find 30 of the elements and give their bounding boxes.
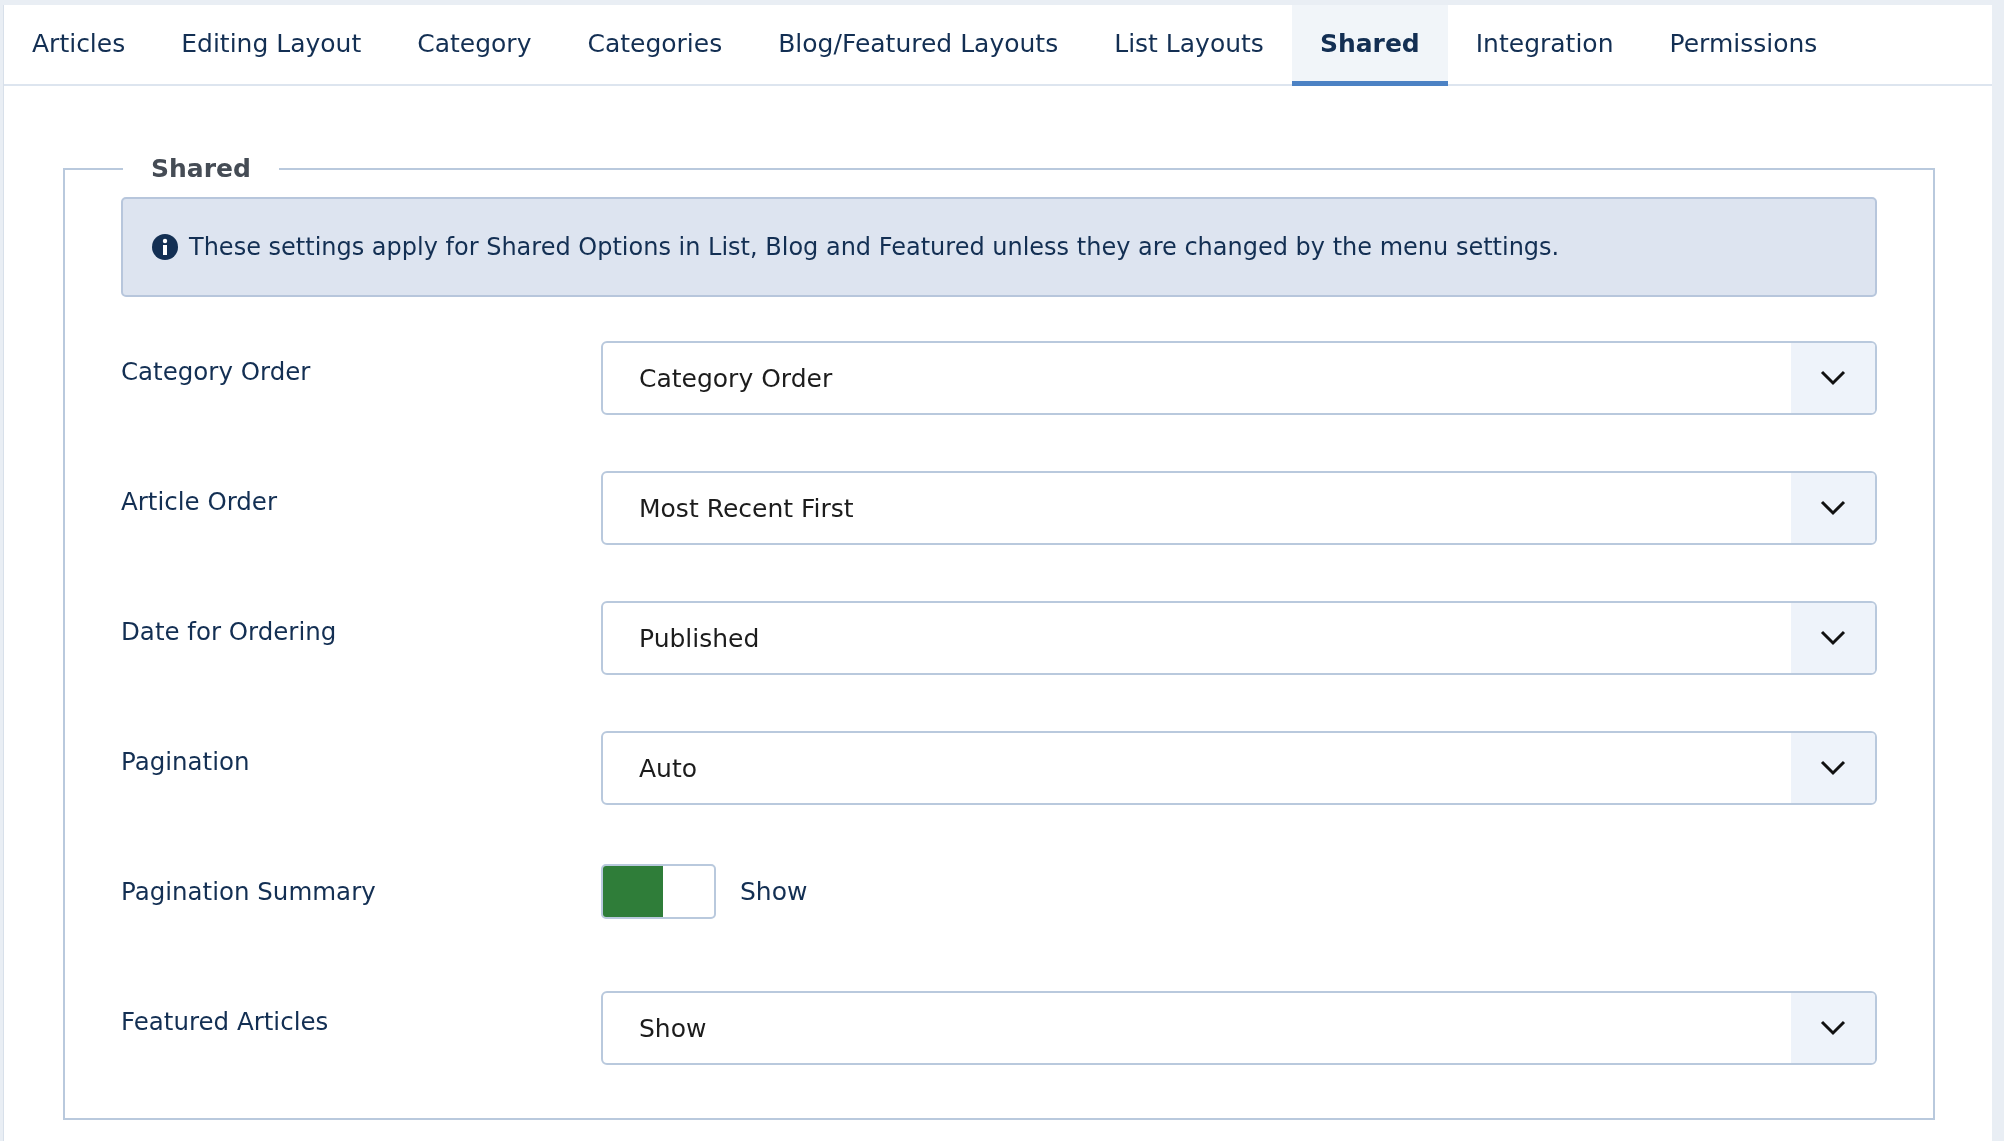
field-label: Article Order xyxy=(121,486,278,516)
select-field[interactable]: Most Recent First xyxy=(601,471,1877,545)
field-label: Pagination Summary xyxy=(121,876,377,906)
tab[interactable]: Permissions xyxy=(1641,5,1846,86)
field-label: Category Order xyxy=(121,356,312,386)
tab[interactable]: Shared xyxy=(1291,5,1448,86)
chevron-down-icon xyxy=(1820,760,1846,776)
field-label: Pagination xyxy=(121,746,251,776)
select-field[interactable]: Auto xyxy=(601,731,1877,805)
select-field[interactable]: Show xyxy=(601,991,1877,1065)
select-field[interactable]: Published xyxy=(601,601,1877,675)
tab[interactable]: Blog/Featured Layouts xyxy=(750,5,1087,86)
chevron-down-icon xyxy=(1820,500,1846,516)
tab[interactable]: List Layouts xyxy=(1086,5,1292,86)
chevron-down-icon xyxy=(1820,630,1846,646)
tab[interactable]: Category xyxy=(389,5,560,86)
chevron-down-icon xyxy=(1820,370,1846,386)
tab[interactable]: Editing Layout xyxy=(153,5,390,86)
field-label: Featured Articles xyxy=(121,1006,330,1036)
select-field[interactable]: Category Order xyxy=(601,341,1877,415)
tab[interactable]: Articles xyxy=(4,5,154,86)
toggle-label: Show xyxy=(740,877,808,906)
tab[interactable]: Categories xyxy=(559,5,751,86)
toggle-switch[interactable] xyxy=(601,864,716,919)
info-icon xyxy=(151,233,179,261)
alert-text: These settings apply for Shared Options in List, Blog and Featured unless they are changed by the menu settings. xyxy=(189,233,1560,261)
chevron-down-icon xyxy=(1820,1020,1846,1036)
field-label: Date for Ordering xyxy=(121,616,338,646)
tab[interactable]: Integration xyxy=(1447,5,1642,86)
fieldset-legend: Shared xyxy=(123,154,279,183)
